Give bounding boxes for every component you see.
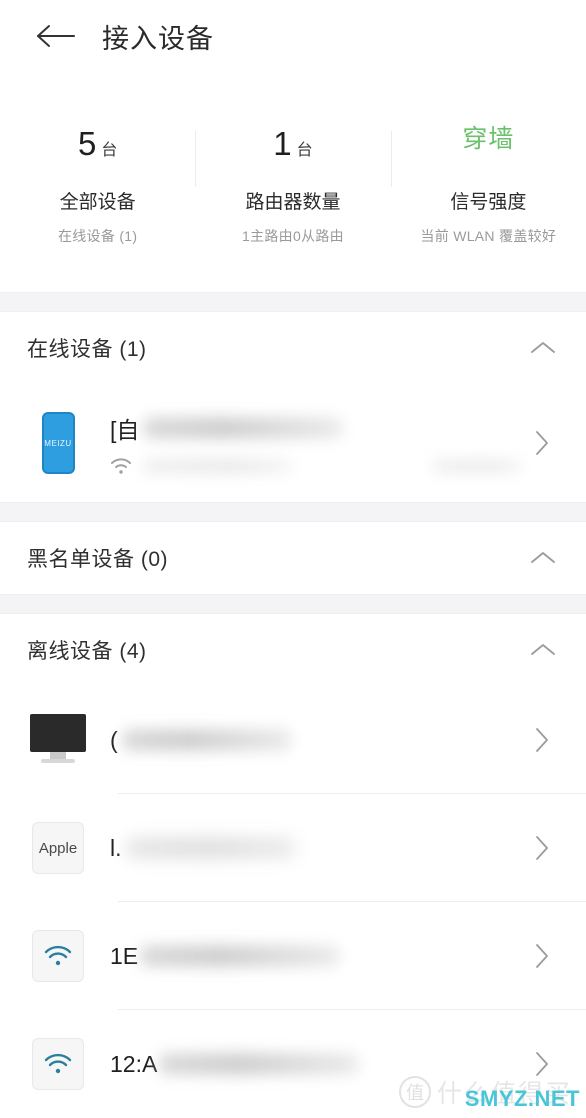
- wifi-icon: [30, 1033, 86, 1095]
- arrow-left-icon: [37, 25, 75, 47]
- device-sub: [110, 457, 524, 475]
- stat-all-devices: 5 台 全部设备 在线设备 (1): [0, 127, 195, 246]
- list-item[interactable]: 1E: [0, 902, 586, 1010]
- device-info: 12:A: [110, 1027, 524, 1101]
- device-sub-redacted: [142, 458, 292, 474]
- stat-label: 路由器数量: [245, 192, 341, 213]
- device-name-prefix: 12:A: [110, 1050, 158, 1077]
- device-name-prefix: (: [110, 726, 118, 753]
- app-header: 接入设备: [0, 0, 586, 72]
- device-list-screen: 接入设备 5 台 全部设备 在线设备 (1) 1 台 路由器数量 1主路由0从路…: [0, 0, 586, 1118]
- section-separator: [0, 594, 586, 614]
- device-info: 1E: [110, 919, 524, 993]
- section-title: 离线设备 (4): [27, 640, 147, 663]
- device-name-redacted: [121, 729, 292, 751]
- stats-summary: 5 台 全部设备 在线设备 (1) 1 台 路由器数量 1主路由0从路由 穿墙 …: [0, 72, 586, 292]
- chevron-up-icon[interactable]: [526, 633, 560, 667]
- device-name-redacted: [159, 1053, 360, 1075]
- section-header-online[interactable]: 在线设备 (1): [0, 312, 586, 384]
- stat-value-row: 穿墙: [391, 127, 586, 167]
- chevron-right-icon[interactable]: [524, 720, 560, 760]
- stat-value-row: 5 台: [0, 127, 195, 167]
- apple-badge-label: Apple: [38, 839, 78, 857]
- chevron-right-icon[interactable]: [524, 936, 560, 976]
- section-header-blacklist[interactable]: 黑名单设备 (0): [0, 522, 586, 594]
- stat-sublabel: 1主路由0从路由: [242, 228, 344, 244]
- monitor-icon: [30, 709, 86, 771]
- device-sub-redacted-2: [432, 459, 522, 473]
- stat-number: 穿墙: [462, 125, 515, 153]
- device-name-prefix: 1E: [110, 942, 139, 969]
- list-item[interactable]: MEIZU [自: [0, 384, 586, 502]
- page-title: 接入设备: [102, 23, 214, 54]
- stat-number: 1: [273, 125, 292, 162]
- section-title: 黑名单设备 (0): [27, 548, 168, 571]
- list-item[interactable]: (: [0, 686, 586, 794]
- device-name: 1E: [110, 943, 524, 970]
- device-info: l.: [110, 811, 524, 885]
- section-header-offline[interactable]: 离线设备 (4): [0, 614, 586, 686]
- back-button[interactable]: [34, 14, 78, 58]
- device-name-prefix: l.: [110, 834, 122, 861]
- device-name-redacted: [140, 945, 341, 967]
- list-item[interactable]: Apple l.: [0, 794, 586, 902]
- section-separator: [0, 292, 586, 312]
- online-device-list: MEIZU [自: [0, 384, 586, 502]
- device-name-prefix: [自: [110, 417, 140, 443]
- device-info: [自: [110, 406, 524, 480]
- wifi-signal-icon: [111, 458, 131, 474]
- phone-meizu-icon: MEIZU: [30, 412, 86, 474]
- chevron-up-icon[interactable]: [526, 331, 560, 365]
- chevron-up-icon[interactable]: [526, 541, 560, 575]
- device-name-redacted: [143, 417, 344, 439]
- offline-device-list: ( Apple l. 1E 12:A: [0, 686, 586, 1118]
- wifi-icon: [30, 925, 86, 987]
- section-separator: [0, 502, 586, 522]
- stat-value-row: 1 台: [195, 127, 390, 167]
- stat-unit: 台: [101, 142, 118, 159]
- stat-label: 全部设备: [59, 192, 136, 213]
- device-name: (: [110, 727, 524, 754]
- device-name: [自: [110, 411, 524, 445]
- stat-label: 信号强度: [450, 192, 527, 213]
- chevron-right-icon[interactable]: [524, 1044, 560, 1084]
- stat-router-count: 1 台 路由器数量 1主路由0从路由: [195, 127, 390, 246]
- phone-brand-label: MEIZU: [44, 438, 72, 448]
- chevron-right-icon[interactable]: [524, 423, 560, 463]
- device-name: l.: [110, 835, 524, 862]
- stat-sublabel: 在线设备 (1): [57, 228, 138, 244]
- chevron-right-icon[interactable]: [524, 828, 560, 868]
- device-info: (: [110, 703, 524, 777]
- stat-unit: 台: [296, 142, 313, 159]
- apple-badge-icon: Apple: [30, 817, 86, 879]
- watermark-site: SMYZ.NET: [464, 1086, 580, 1111]
- section-title: 在线设备 (1): [27, 338, 147, 361]
- stat-number: 5: [77, 125, 97, 162]
- device-name: 12:A: [110, 1051, 524, 1078]
- stat-sublabel: 当前 WLAN 覆盖较好: [420, 228, 557, 244]
- stat-signal-strength: 穿墙 信号强度 当前 WLAN 覆盖较好: [390, 127, 586, 246]
- device-name-redacted: [125, 837, 296, 859]
